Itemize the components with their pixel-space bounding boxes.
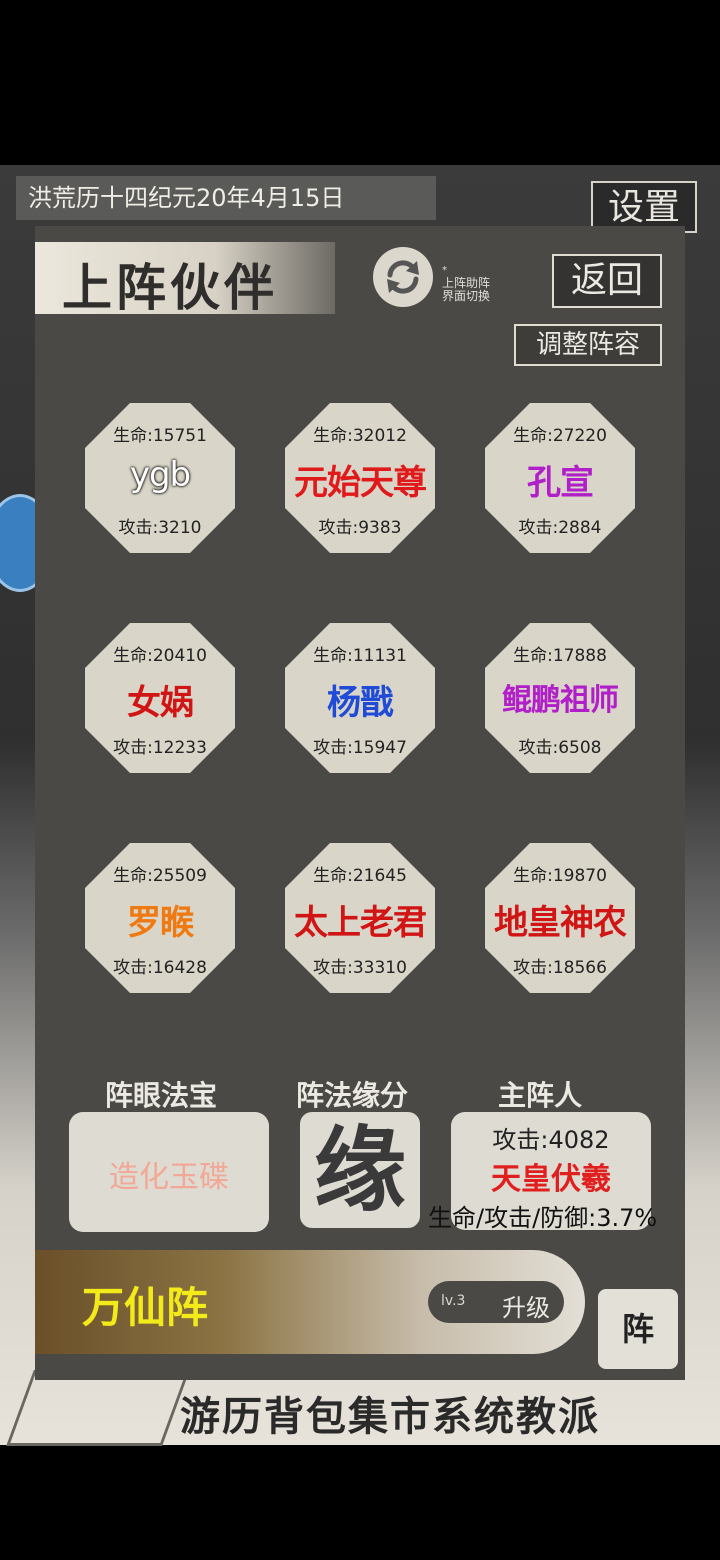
- calendar-date: 洪荒历十四纪元20年4月15日: [16, 176, 436, 220]
- partner-name: 鲲鹏祖师: [502, 683, 619, 718]
- formation-fate-label: 阵法缘分: [296, 1079, 409, 1112]
- formation-level: lv.3: [441, 1293, 466, 1309]
- formation-treasure-name: 造化玉碟: [109, 1160, 229, 1195]
- partner-card[interactable]: 生命:25509 罗睺 攻击:16428: [85, 843, 235, 993]
- partner-name: 杨戬: [327, 683, 394, 723]
- partner-card[interactable]: 生命:19870 地皇神农 攻击:18566: [485, 843, 635, 993]
- nav-decoration: [6, 1370, 190, 1446]
- partner-name: 元始天尊: [294, 463, 427, 503]
- partner-name: ygb: [129, 455, 191, 495]
- partner-card[interactable]: 生命:20410 女娲 攻击:12233: [85, 623, 235, 773]
- panel-title: 上阵伙伴: [62, 258, 278, 317]
- adjust-lineup-button[interactable]: 调整阵容: [514, 324, 662, 366]
- partner-name: 女娲: [127, 683, 194, 723]
- formation-fate-button[interactable]: 缘: [300, 1112, 420, 1228]
- switch-view-button[interactable]: [373, 247, 433, 307]
- leader-bonus: 生命/攻击/防御:3.7%: [428, 1204, 658, 1232]
- leader-attack: 攻击:4082: [492, 1126, 610, 1154]
- refresh-icon: [387, 260, 419, 294]
- upgrade-label: 升级: [502, 1294, 550, 1322]
- back-button[interactable]: 返回: [552, 254, 662, 308]
- partner-name: 孔宣: [527, 463, 594, 503]
- switch-note: * 上阵助阵 界面切换: [442, 265, 491, 303]
- partner-card[interactable]: 生命:27220 孔宣 攻击:2884: [485, 403, 635, 553]
- partner-name: 太上老君: [294, 903, 427, 943]
- formation-button[interactable]: 阵: [598, 1289, 678, 1369]
- leader-name: 天皇伏羲: [491, 1162, 611, 1197]
- partner-card[interactable]: 生命:11131 杨戬 攻击:15947: [285, 623, 435, 773]
- partner-card[interactable]: 生命:17888 鲲鹏祖师 攻击:6508: [485, 623, 635, 773]
- switch-note-line2: 界面切换: [442, 289, 491, 303]
- partner-card[interactable]: 生命:21645 太上老君 攻击:33310: [285, 843, 435, 993]
- partner-name: 地皇神农: [494, 903, 627, 943]
- bottom-nav-menu[interactable]: 游历背包集市系统教派: [180, 1384, 600, 1442]
- formation-name: 万仙阵: [82, 1283, 209, 1332]
- partner-name: 罗睺: [127, 903, 194, 943]
- formation-leader-label: 主阵人: [498, 1079, 583, 1112]
- partner-card[interactable]: 生命:32012 元始天尊 攻击:9383: [285, 403, 435, 553]
- partner-card[interactable]: 生命:15751 ygb 攻击:3210: [85, 403, 235, 553]
- formation-eye-label: 阵眼法宝: [105, 1079, 218, 1112]
